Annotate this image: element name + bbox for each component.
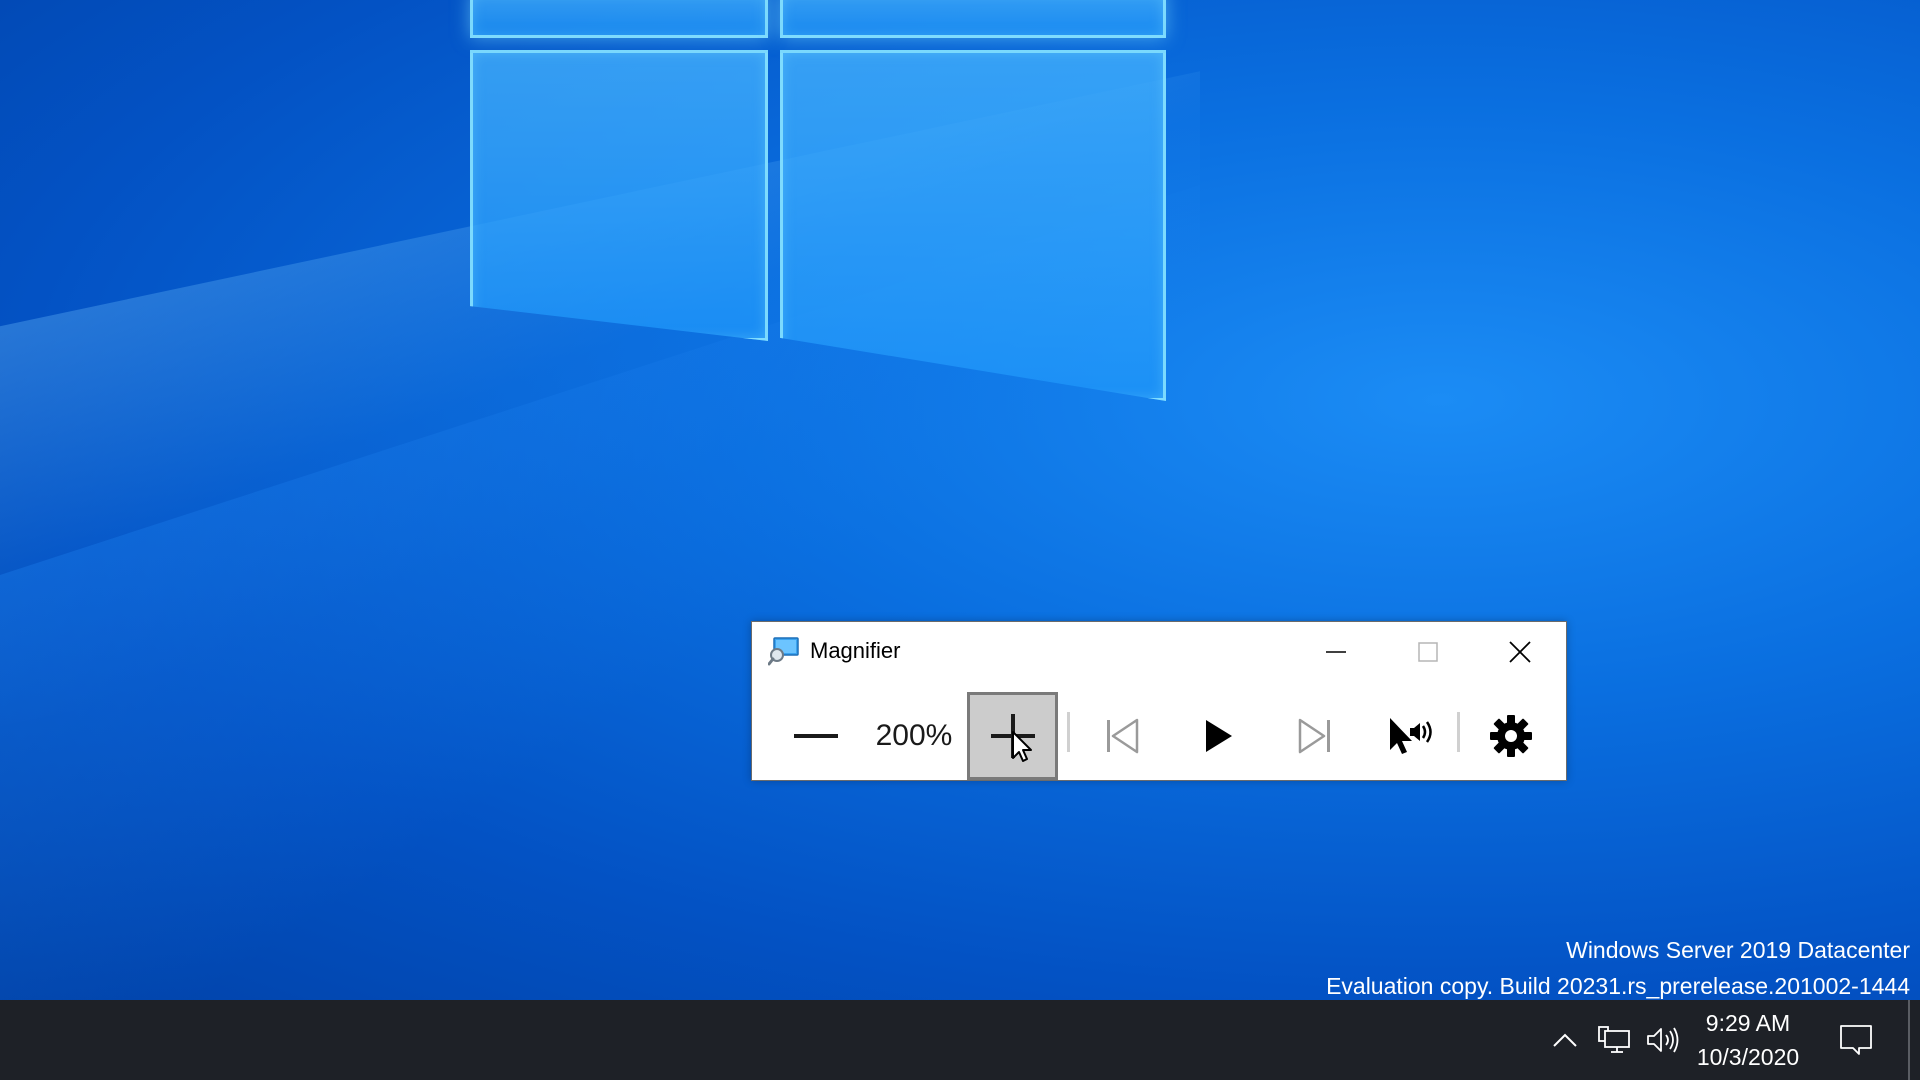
volume-icon	[1647, 1027, 1679, 1053]
windows-logo-pane	[470, 0, 768, 38]
maximize-icon	[1418, 642, 1438, 662]
chevron-up-icon	[1553, 1033, 1577, 1047]
magnifier-window[interactable]: Magnifier 200%	[751, 621, 1567, 781]
os-watermark: Windows Server 2019 Datacenter Evaluatio…	[1326, 932, 1910, 1000]
windows-logo-pane	[780, 50, 1166, 401]
windows-logo-pane	[780, 0, 1166, 38]
skip-previous-icon	[1107, 718, 1139, 754]
zoom-level-value: 200%	[875, 719, 953, 752]
volume-button[interactable]	[1640, 1016, 1686, 1064]
toolbar-separator	[1457, 712, 1460, 752]
desktop[interactable]: Windows Server 2019 Datacenter Evaluatio…	[0, 0, 1920, 1000]
next-button[interactable]	[1268, 690, 1360, 782]
minimize-icon	[1326, 651, 1346, 653]
zoom-in-button[interactable]	[967, 692, 1058, 780]
gear-icon	[1490, 715, 1532, 757]
taskbar[interactable]: 9:29 AM 10/3/2020	[0, 1000, 1920, 1080]
zoom-out-button[interactable]	[776, 690, 856, 782]
taskbar-clock[interactable]: 9:29 AM 10/3/2020	[1690, 1006, 1806, 1076]
play-button[interactable]	[1172, 690, 1264, 782]
magnifier-toolbar: 200%	[752, 682, 1566, 780]
clock-time: 9:29 AM	[1705, 1010, 1791, 1036]
network-button[interactable]	[1592, 1016, 1636, 1064]
title-bar[interactable]: Magnifier	[752, 622, 1566, 682]
window-title: Magnifier	[810, 638, 901, 663]
play-icon	[1206, 720, 1232, 752]
clock-date: 10/3/2020	[1696, 1044, 1800, 1070]
windows-logo-pane	[470, 50, 768, 341]
watermark-edition: Windows Server 2019 Datacenter	[1566, 937, 1910, 963]
action-center-button[interactable]	[1830, 1016, 1882, 1064]
show-hidden-icons-button[interactable]	[1546, 1016, 1584, 1064]
magnifier-icon	[767, 636, 800, 666]
toolbar-separator	[1067, 712, 1070, 752]
plus-icon	[990, 714, 1035, 762]
maximize-button[interactable]	[1382, 622, 1474, 682]
notification-icon	[1840, 1025, 1872, 1055]
minimize-button[interactable]	[1290, 622, 1382, 682]
minus-icon	[794, 734, 838, 738]
close-icon	[1509, 641, 1531, 663]
settings-button[interactable]	[1468, 690, 1554, 782]
close-button[interactable]	[1474, 622, 1566, 682]
skip-next-icon	[1298, 718, 1330, 754]
watermark-build: Evaluation copy. Build 20231.rs_prerelea…	[1326, 973, 1910, 999]
read-from-here-icon	[1390, 718, 1432, 754]
show-desktop-button[interactable]	[1908, 1000, 1910, 1080]
read-from-here-button[interactable]	[1364, 690, 1456, 782]
network-icon	[1598, 1026, 1630, 1053]
previous-button[interactable]	[1078, 690, 1168, 782]
